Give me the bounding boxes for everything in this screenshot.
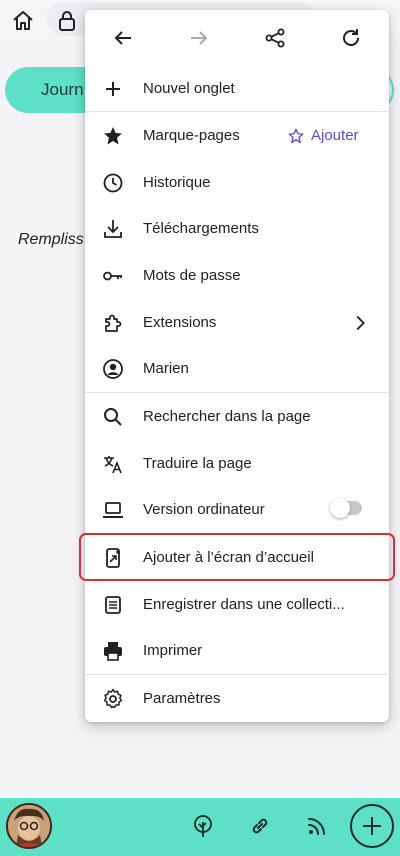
menu-item-find-in-page[interactable]: Rechercher dans la page [85, 394, 389, 440]
menu-item-label: Enregistrer dans une collecti... [143, 596, 345, 613]
translate-icon [101, 452, 125, 476]
back-arrow-icon[interactable] [111, 26, 135, 50]
menu-item-passwords[interactable]: Mots de passe [85, 253, 389, 299]
star-filled-icon [101, 124, 125, 148]
forward-arrow-icon[interactable] [187, 26, 211, 50]
menu-item-label: Extensions [143, 314, 217, 331]
search-icon [101, 405, 125, 429]
star-outline-icon [288, 128, 304, 144]
divider [85, 111, 389, 112]
menu-item-translate[interactable]: Traduire la page [85, 441, 389, 487]
gear-icon [101, 687, 125, 711]
menu-item-label: Nouvel onglet [143, 80, 235, 97]
menu-item-label: Paramètres [143, 690, 221, 707]
menu-item-print[interactable]: Imprimer [85, 628, 389, 674]
menu-item-bookmarks[interactable]: Marque-pages Ajouter [85, 113, 389, 159]
avatar[interactable] [6, 803, 52, 849]
menu-item-account[interactable]: Marien [85, 346, 389, 392]
home-icon[interactable] [11, 9, 35, 33]
clock-icon [101, 171, 125, 195]
plus-icon [101, 77, 125, 101]
add-fab-button[interactable] [350, 804, 394, 848]
laptop-icon [101, 498, 125, 522]
browser-menu: Nouvel onglet Marque-pages Ajouter Histo… [85, 10, 389, 722]
desktop-version-toggle[interactable] [330, 498, 362, 518]
add-bookmark-label: Ajouter [311, 127, 359, 144]
divider [85, 674, 389, 675]
link-icon[interactable] [248, 814, 272, 838]
menu-item-desktop-version[interactable]: Version ordinateur [85, 487, 389, 533]
menu-item-save-to-collection[interactable]: Enregistrer dans une collecti... [85, 582, 389, 628]
rss-icon[interactable] [305, 814, 329, 838]
toggle-knob [330, 498, 350, 518]
printer-icon [101, 639, 125, 663]
key-icon [101, 264, 125, 288]
menu-item-extensions[interactable]: Extensions [85, 300, 389, 346]
chevron-right-icon [349, 312, 371, 334]
puzzle-icon [101, 311, 125, 335]
download-icon [101, 217, 125, 241]
menu-item-label: Imprimer [143, 642, 203, 659]
plus-icon [363, 817, 381, 835]
collection-icon [101, 593, 125, 617]
menu-item-label: Marque-pages [143, 127, 240, 144]
divider [85, 392, 389, 393]
menu-item-label: Version ordinateur [143, 501, 265, 518]
menu-item-history[interactable]: Historique [85, 160, 389, 206]
journal-label: Journ [41, 80, 84, 99]
add-bookmark-button[interactable]: Ajouter [287, 125, 375, 147]
share-icon[interactable] [263, 26, 287, 50]
menu-item-new-tab[interactable]: Nouvel onglet [85, 66, 389, 112]
menu-toolbar [85, 10, 389, 66]
menu-item-label: Traduire la page [143, 455, 252, 472]
menu-item-label: Mots de passe [143, 267, 241, 284]
filler-text: Rempliss [18, 231, 84, 248]
lock-icon[interactable] [55, 9, 79, 33]
bottom-navigation [0, 798, 400, 856]
highlight-box [79, 533, 395, 581]
tree-icon[interactable] [191, 814, 215, 838]
account-icon [101, 357, 125, 381]
menu-item-settings[interactable]: Paramètres [85, 676, 389, 722]
menu-item-label: Marien [143, 360, 189, 377]
menu-item-label: Rechercher dans la page [143, 408, 311, 425]
menu-item-downloads[interactable]: Téléchargements [85, 206, 389, 252]
reload-icon[interactable] [339, 26, 363, 50]
menu-item-label: Historique [143, 174, 211, 191]
menu-item-label: Téléchargements [143, 220, 259, 237]
